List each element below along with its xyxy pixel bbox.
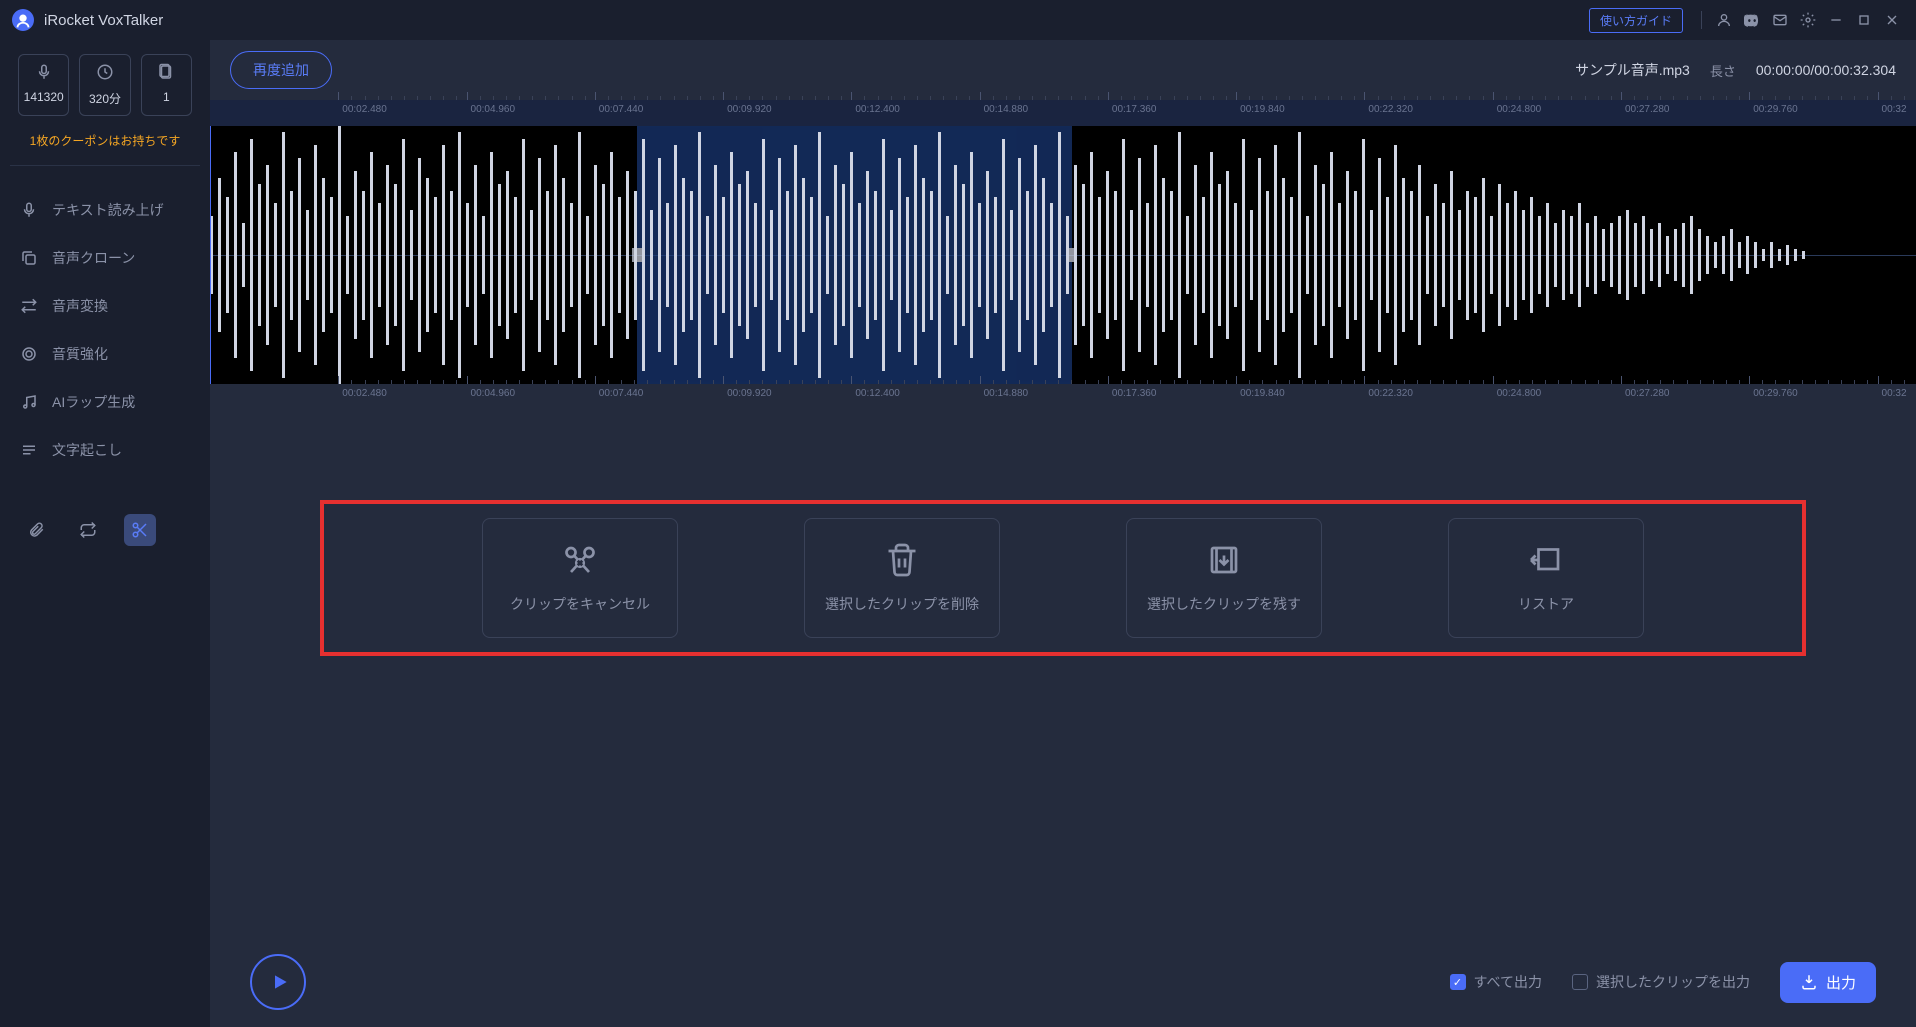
restore-button[interactable]: リストア [1448,518,1644,638]
nav-label: 文字起こし [52,440,122,460]
nav-tts[interactable]: テキスト読み上げ [10,186,200,234]
length-label: 長さ [1710,61,1736,80]
check-label: 選択したクリップを出力 [1596,972,1750,992]
user-icon[interactable] [1712,8,1736,32]
export-selected-checkbox[interactable]: 選択したクリップを出力 [1572,972,1750,992]
attach-icon[interactable] [20,514,52,546]
nav-label: テキスト読み上げ [52,200,164,220]
credit-docs[interactable]: 1 [141,54,192,116]
sidebar: 141320 320分 1 1枚のクーポンはお持ちです テキスト読み上げ音声クロ… [0,40,210,1027]
nav-transcribe[interactable]: 文字起こし [10,426,200,474]
nav-label: 音声変換 [52,296,108,316]
action-label: 選択したクリップを残す [1147,594,1301,614]
app-logo [12,9,34,31]
check-label: すべて出力 [1474,972,1542,992]
delete-clip-button[interactable]: 選択したクリップを削除 [804,518,1000,638]
filename: サンプル音声.mp3 [1575,60,1690,80]
titlebar: iRocket VoxTalker 使い方ガイド [0,0,1916,40]
close-icon[interactable] [1880,8,1904,32]
credit-characters[interactable]: 141320 [18,54,69,116]
credit-value: 320分 [84,90,125,107]
export-label: 出力 [1826,972,1856,993]
clip-actions-highlight: クリップをキャンセル 選択したクリップを削除 選択したクリップを残す リストア [320,500,1806,656]
timeline-ruler-bottom[interactable]: 00:02.48000:04.96000:07.44000:09.92000:1… [210,384,1916,410]
nav-enhance[interactable]: 音質強化 [10,330,200,378]
nav-label: AIラップ生成 [52,392,135,412]
mail-icon[interactable] [1768,8,1792,32]
credits-row: 141320 320分 1 [10,54,200,126]
coupon-notice[interactable]: 1枚のクーポンはお持ちです [10,126,200,166]
action-label: リストア [1518,594,1574,614]
credit-value: 141320 [23,90,64,104]
waveform[interactable] [210,126,1916,384]
timeline-ruler-top[interactable]: 00:02.48000:04.96000:07.44000:09.92000:1… [210,100,1916,126]
nav-convert[interactable]: 音声変換 [10,282,200,330]
footer: すべて出力 選択したクリップを出力 出力 [210,937,1916,1027]
settings-icon[interactable] [1796,8,1820,32]
loop-icon[interactable] [72,514,104,546]
maximize-icon[interactable] [1852,8,1876,32]
divider [1701,11,1702,29]
checkbox-icon [1450,974,1466,990]
play-button[interactable] [250,954,306,1010]
app-title: iRocket VoxTalker [44,12,163,29]
checkbox-icon [1572,974,1588,990]
credit-value: 1 [146,90,187,104]
export-all-checkbox[interactable]: すべて出力 [1450,972,1542,992]
nav-rap[interactable]: AIラップ生成 [10,378,200,426]
minimize-icon[interactable] [1824,8,1848,32]
playhead[interactable] [210,126,211,384]
bottom-tools [10,504,200,556]
nav-label: 音声クローン [52,248,135,268]
credit-minutes[interactable]: 320分 [79,54,130,116]
keep-clip-button[interactable]: 選択したクリップを残す [1126,518,1322,638]
discord-icon[interactable] [1740,8,1764,32]
cancel-clip-button[interactable]: クリップをキャンセル [482,518,678,638]
main-topbar: 再度追加 サンプル音声.mp3 長さ 00:00:00/00:00:32.304 [210,40,1916,100]
time-display: 00:00:00/00:00:32.304 [1756,62,1896,78]
cut-icon[interactable] [124,514,156,546]
main-panel: 再度追加 サンプル音声.mp3 長さ 00:00:00/00:00:32.304… [210,40,1916,1027]
waveform-bars [210,126,1916,384]
nav-clone[interactable]: 音声クローン [10,234,200,282]
add-again-button[interactable]: 再度追加 [230,51,332,89]
export-button[interactable]: 出力 [1780,962,1876,1003]
action-label: クリップをキャンセル [510,594,650,614]
nav-label: 音質強化 [52,344,108,364]
guide-button[interactable]: 使い方ガイド [1589,8,1683,33]
waveform-area[interactable]: 00:02.48000:04.96000:07.44000:09.92000:1… [210,100,1916,410]
action-label: 選択したクリップを削除 [825,594,979,614]
